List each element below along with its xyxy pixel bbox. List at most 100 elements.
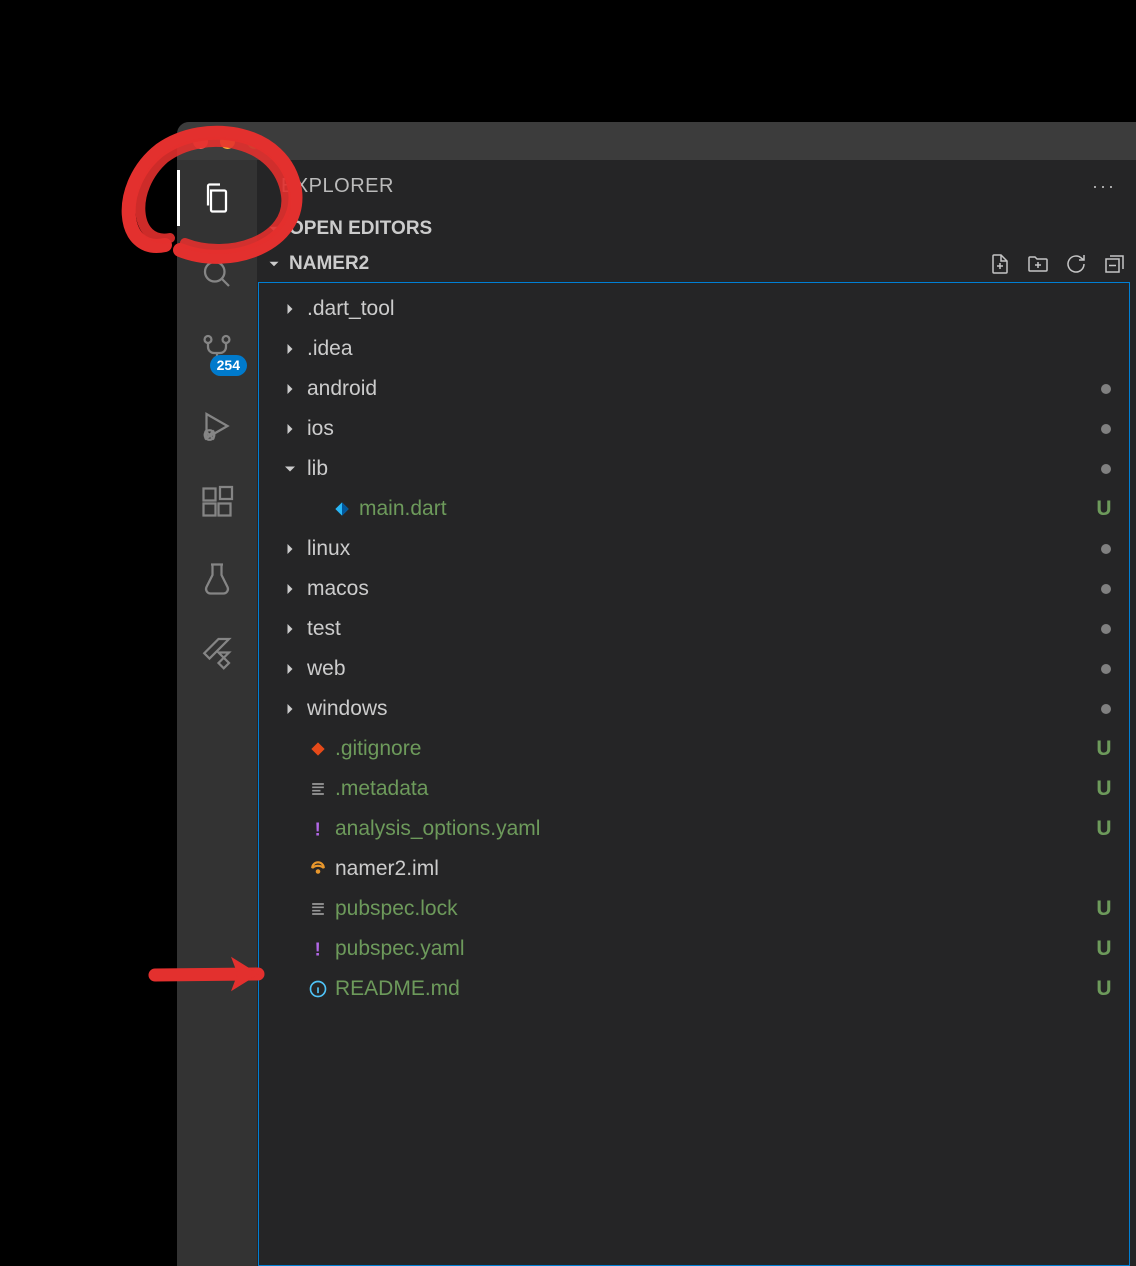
section-actions xyxy=(988,252,1126,276)
folder-item[interactable]: .dart_tool xyxy=(259,289,1129,329)
activity-source-control-icon[interactable]: 254 xyxy=(197,330,237,370)
window-close-button[interactable] xyxy=(193,134,208,149)
explorer-sidebar: EXPLORER ··· OPEN EDITORS NAMER2 xyxy=(257,160,1136,1266)
file-item[interactable]: README.mdU xyxy=(259,969,1129,1009)
chevron-right-icon xyxy=(279,419,301,439)
folder-item[interactable]: .idea xyxy=(259,329,1129,369)
file-item[interactable]: .gitignoreU xyxy=(259,729,1129,769)
new-folder-icon[interactable] xyxy=(1026,252,1050,276)
tree-item-label: linux xyxy=(307,537,1095,561)
yaml-icon: ! xyxy=(307,938,329,960)
section-project[interactable]: NAMER2 xyxy=(257,246,1136,282)
more-actions-icon[interactable]: ··· xyxy=(1092,176,1116,197)
tree-item-label: .gitignore xyxy=(335,737,1087,761)
activity-bar: 254 xyxy=(177,160,257,1266)
git-status-badge: U xyxy=(1093,817,1115,841)
chevron-right-icon xyxy=(279,339,301,359)
git-status-dot xyxy=(1101,624,1111,634)
git-status-dot xyxy=(1101,384,1111,394)
gitignore-icon xyxy=(307,738,329,760)
activity-testing-icon[interactable] xyxy=(197,558,237,598)
git-status-badge: U xyxy=(1093,497,1115,521)
folder-item[interactable]: web xyxy=(259,649,1129,689)
git-status-dot xyxy=(1101,544,1111,554)
folder-item[interactable]: android xyxy=(259,369,1129,409)
info-icon xyxy=(307,978,329,1000)
tree-item-label: pubspec.yaml xyxy=(335,937,1087,961)
file-item[interactable]: pubspec.lockU xyxy=(259,889,1129,929)
tree-item-label: android xyxy=(307,377,1095,401)
git-status-dot xyxy=(1101,464,1111,474)
chevron-right-icon xyxy=(279,579,301,599)
git-status-dot xyxy=(1101,704,1111,714)
tree-item-label: pubspec.lock xyxy=(335,897,1087,921)
section-open-editors-label: OPEN EDITORS xyxy=(289,218,432,240)
collapse-all-icon[interactable] xyxy=(1102,252,1126,276)
file-item[interactable]: namer2.iml xyxy=(259,849,1129,889)
file-tree[interactable]: .dart_tool.ideaandroidioslibmain.dartUli… xyxy=(258,282,1130,1266)
dart-icon xyxy=(331,498,353,520)
tree-item-label: windows xyxy=(307,697,1095,721)
tree-item-label: main.dart xyxy=(359,497,1087,521)
activity-run-debug-icon[interactable] xyxy=(197,406,237,446)
tree-item-label: web xyxy=(307,657,1095,681)
activity-extensions-icon[interactable] xyxy=(197,482,237,522)
vscode-window: 254 xyxy=(177,122,1136,1266)
folder-item[interactable]: windows xyxy=(259,689,1129,729)
chevron-right-icon xyxy=(279,659,301,679)
activity-explorer-icon[interactable] xyxy=(197,178,237,218)
git-status-badge: U xyxy=(1093,897,1115,921)
folder-item[interactable]: lib xyxy=(259,449,1129,489)
tree-item-label: test xyxy=(307,617,1095,641)
git-status-badge: U xyxy=(1093,977,1115,1001)
tree-item-label: macos xyxy=(307,577,1095,601)
chevron-right-icon xyxy=(279,619,301,639)
git-status-dot xyxy=(1101,664,1111,674)
file-item[interactable]: main.dartU xyxy=(259,489,1129,529)
chevron-down-icon xyxy=(265,220,283,238)
tree-item-label: lib xyxy=(307,457,1095,481)
source-control-badge: 254 xyxy=(210,355,247,376)
tree-item-label: namer2.iml xyxy=(335,857,1115,881)
tree-item-label: .metadata xyxy=(335,777,1087,801)
tree-item-label: .dart_tool xyxy=(307,297,1115,321)
sidebar-header: EXPLORER ··· xyxy=(257,160,1136,212)
sidebar-title: EXPLORER xyxy=(281,175,394,198)
new-file-icon[interactable] xyxy=(988,252,1012,276)
svg-text:!: ! xyxy=(315,939,321,959)
tree-item-label: README.md xyxy=(335,977,1087,1001)
git-status-dot xyxy=(1101,584,1111,594)
tree-item-label: .idea xyxy=(307,337,1115,361)
file-item[interactable]: ! pubspec.yamlU xyxy=(259,929,1129,969)
activity-flutter-icon[interactable] xyxy=(197,634,237,674)
activity-search-icon[interactable] xyxy=(197,254,237,294)
titlebar xyxy=(177,122,1136,160)
window-maximize-button[interactable] xyxy=(247,134,262,149)
folder-item[interactable]: ios xyxy=(259,409,1129,449)
git-status-badge: U xyxy=(1093,737,1115,761)
refresh-icon[interactable] xyxy=(1064,252,1088,276)
tree-item-label: analysis_options.yaml xyxy=(335,817,1087,841)
git-status-badge: U xyxy=(1093,937,1115,961)
window-minimize-button[interactable] xyxy=(220,134,235,149)
lines-icon xyxy=(307,778,329,800)
folder-item[interactable]: test xyxy=(259,609,1129,649)
chevron-right-icon xyxy=(279,299,301,319)
section-project-label: NAMER2 xyxy=(289,253,369,275)
section-open-editors[interactable]: OPEN EDITORS xyxy=(257,212,1136,246)
tree-item-label: ios xyxy=(307,417,1095,441)
file-item[interactable]: .metadataU xyxy=(259,769,1129,809)
lines-icon xyxy=(307,898,329,920)
chevron-down-icon xyxy=(265,255,283,273)
chevron-right-icon xyxy=(279,699,301,719)
chevron-right-icon xyxy=(279,379,301,399)
svg-text:!: ! xyxy=(315,819,321,839)
chevron-right-icon xyxy=(279,539,301,559)
git-status-dot xyxy=(1101,424,1111,434)
folder-item[interactable]: linux xyxy=(259,529,1129,569)
chevron-down-icon xyxy=(279,459,301,479)
git-status-badge: U xyxy=(1093,777,1115,801)
iml-icon xyxy=(307,858,329,880)
folder-item[interactable]: macos xyxy=(259,569,1129,609)
file-item[interactable]: ! analysis_options.yamlU xyxy=(259,809,1129,849)
